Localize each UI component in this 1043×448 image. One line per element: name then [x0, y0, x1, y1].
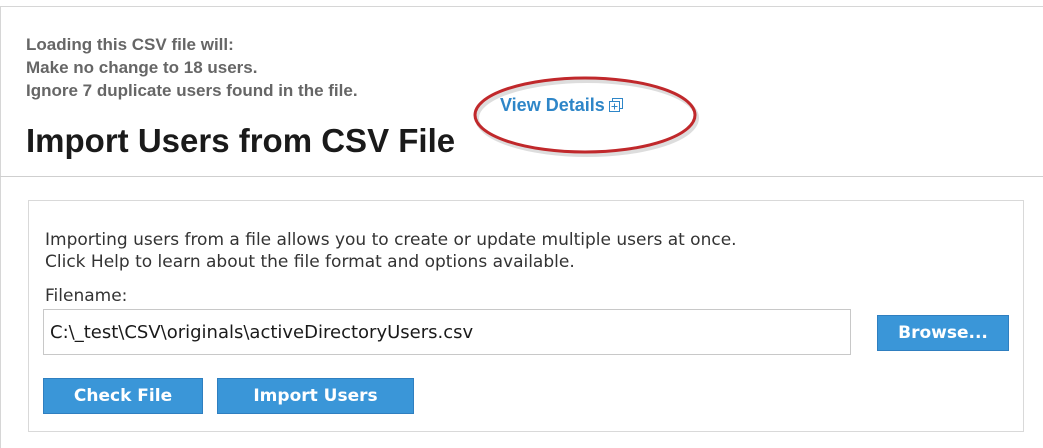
browse-button[interactable]: Browse... [877, 315, 1009, 351]
import-preview-notice: Loading this CSV file will: Make no chan… [26, 33, 358, 102]
import-intro: Importing users from a file allows you t… [45, 229, 737, 273]
import-panel: Importing users from a file allows you t… [28, 200, 1024, 432]
notice-line-heading: Loading this CSV file will: [26, 35, 234, 54]
title-divider [0, 176, 1043, 177]
view-details-link[interactable]: View Details [500, 95, 623, 116]
import-users-button[interactable]: Import Users [217, 378, 414, 414]
intro-line: Importing users from a file allows you t… [45, 230, 737, 250]
view-details-label: View Details [500, 95, 605, 115]
notice-line-unchanged: Make no change to 18 users. [26, 58, 258, 77]
top-border [0, 6, 1043, 7]
import-users-page: Loading this CSV file will: Make no chan… [0, 0, 1043, 448]
filename-label: Filename: [45, 286, 128, 306]
check-file-button[interactable]: Check File [43, 378, 203, 414]
popout-icon [608, 98, 623, 112]
notice-line-duplicates: Ignore 7 duplicate users found in the fi… [26, 81, 358, 100]
page-title: Import Users from CSV File [26, 122, 456, 159]
intro-line: Click Help to learn about the file forma… [45, 252, 575, 272]
filename-input[interactable] [43, 309, 851, 355]
left-border [0, 6, 1, 448]
